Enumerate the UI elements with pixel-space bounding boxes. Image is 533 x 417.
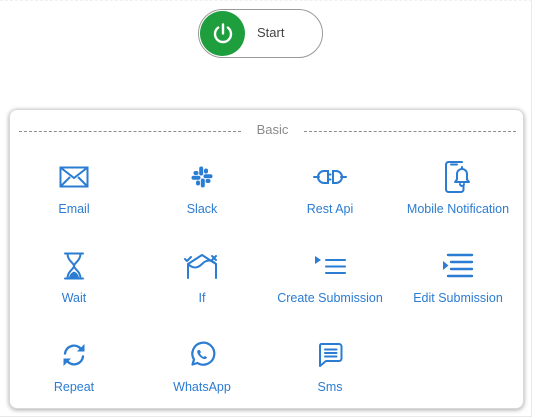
tile-label-edit-submission: Edit Submission (413, 291, 503, 305)
tile-label-wait: Wait (61, 291, 87, 305)
branch-check-icon (184, 248, 220, 284)
tile-label-rest-api: Rest Api (306, 202, 354, 216)
envelope-icon (56, 159, 92, 195)
tile-label-sms: Sms (317, 380, 343, 394)
tile-slack[interactable]: Slack (138, 159, 266, 239)
tile-if[interactable]: If (138, 248, 266, 328)
tile-create-submission[interactable]: Create Submission (266, 248, 394, 328)
tile-edit-submission[interactable]: Edit Submission (394, 248, 522, 328)
whatsapp-icon (184, 337, 220, 373)
tile-wait[interactable]: Wait (10, 248, 138, 328)
tile-label-if: If (198, 291, 206, 305)
divider-left (19, 131, 241, 132)
section-title: Basic (256, 122, 289, 137)
tile-label-slack: Slack (186, 202, 218, 216)
tile-label-whatsapp: WhatsApp (173, 380, 231, 394)
power-icon (211, 22, 235, 46)
section-header: Basic (19, 122, 516, 140)
tile-label-mobile-notification: Mobile Notification (406, 202, 510, 216)
tile-repeat[interactable]: Repeat (10, 337, 138, 417)
start-label: Start (257, 25, 285, 40)
list-add-icon (312, 248, 348, 284)
divider-right (304, 131, 516, 132)
repeat-arrows-icon (56, 337, 92, 373)
tile-rest-api[interactable]: Rest Api (266, 159, 394, 239)
tile-whatsapp[interactable]: WhatsApp (138, 337, 266, 417)
plug-connector-icon (312, 159, 348, 195)
start-circle (200, 11, 245, 56)
tile-label-email: Email (58, 202, 90, 216)
list-edit-icon (440, 248, 476, 284)
start-button[interactable]: Start (198, 9, 323, 58)
tile-label-create-submission: Create Submission (277, 291, 383, 305)
slack-icon (184, 159, 220, 195)
tile-label-repeat: Repeat (53, 380, 95, 394)
chat-message-icon (312, 337, 348, 373)
basic-panel: Basic Email Slack Rest Api Mobile Notifi… (9, 109, 524, 409)
hourglass-icon (56, 248, 92, 284)
tile-email[interactable]: Email (10, 159, 138, 239)
tile-mobile-notification[interactable]: Mobile Notification (394, 159, 522, 239)
mobile-bell-icon (440, 159, 476, 195)
tile-sms[interactable]: Sms (266, 337, 394, 417)
